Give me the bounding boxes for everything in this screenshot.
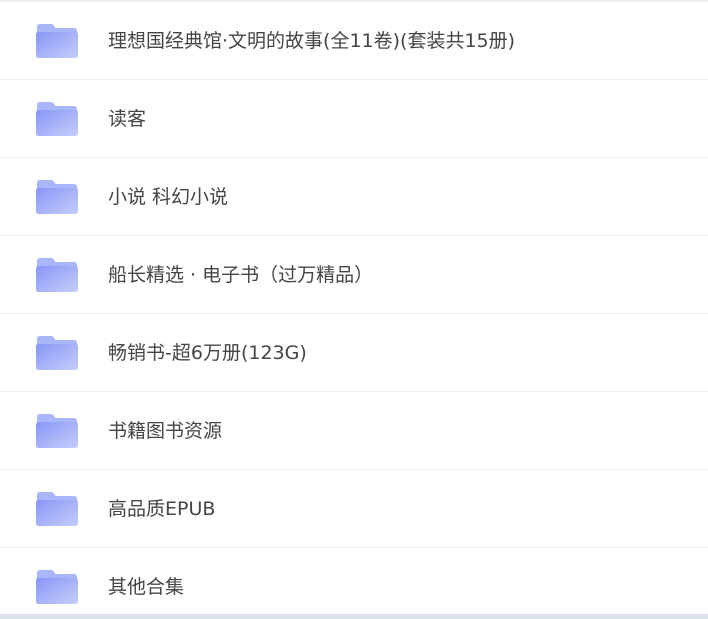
folder-icon — [36, 179, 78, 214]
folder-row[interactable]: 理想国经典馆·文明的故事(全11卷)(套装共15册) — [0, 2, 708, 80]
folder-icon — [36, 335, 78, 370]
folder-name: 畅销书-超6万册(123G) — [108, 342, 307, 364]
folder-name: 其他合集 — [108, 576, 185, 598]
folder-name: 船长精选 · 电子书（过万精品） — [108, 264, 374, 286]
folder-name: 理想国经典馆·文明的故事(全11卷)(套装共15册) — [108, 30, 516, 52]
folder-name: 小说 科幻小说 — [108, 186, 229, 208]
folder-name: 高品质EPUB — [108, 498, 216, 520]
folder-icon — [36, 491, 78, 526]
folder-row[interactable]: 高品质EPUB — [0, 470, 708, 548]
folder-row[interactable]: 读客 — [0, 80, 708, 158]
folder-icon — [36, 569, 78, 604]
folder-icon — [36, 257, 78, 292]
folder-list: 理想国经典馆·文明的故事(全11卷)(套装共15册) 读客 小说 科幻小说 船长… — [0, 0, 708, 614]
folder-icon — [36, 413, 78, 448]
folder-row[interactable]: 小说 科幻小说 — [0, 158, 708, 236]
folder-name: 书籍图书资源 — [108, 420, 223, 442]
folder-icon — [36, 23, 78, 58]
folder-row[interactable]: 船长精选 · 电子书（过万精品） — [0, 236, 708, 314]
folder-icon — [36, 101, 78, 136]
bottom-edge — [0, 614, 708, 619]
folder-name: 读客 — [108, 108, 147, 130]
folder-row[interactable]: 书籍图书资源 — [0, 392, 708, 470]
folder-row[interactable]: 畅销书-超6万册(123G) — [0, 314, 708, 392]
folder-row[interactable]: 其他合集 — [0, 548, 708, 614]
